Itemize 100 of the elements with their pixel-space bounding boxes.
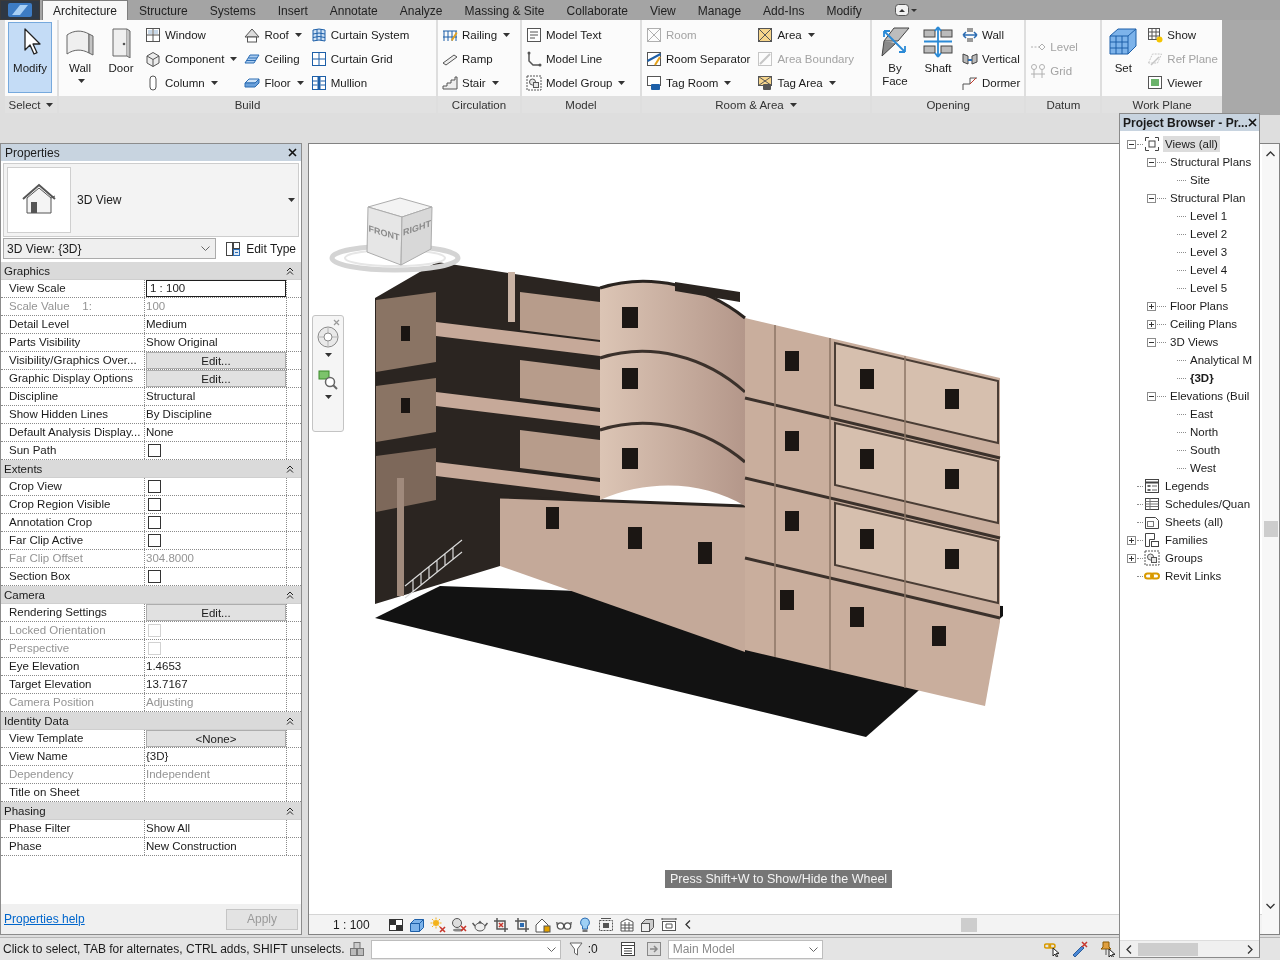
sphere-cross-icon[interactable] (451, 916, 467, 933)
ribbon-button[interactable]: Column (144, 71, 239, 95)
scrollbar-thumb[interactable] (1263, 521, 1278, 537)
tree-item[interactable]: Level 5 (1188, 280, 1230, 296)
tree-item[interactable]: Schedules/Quan (1163, 496, 1253, 512)
ribbon-button[interactable]: Floor (243, 71, 305, 95)
house-lock-icon[interactable] (535, 916, 551, 933)
ribbon-button[interactable]: Tag Room (645, 71, 752, 95)
box-stack-icon[interactable] (640, 916, 656, 933)
checkbox[interactable] (148, 480, 161, 493)
zoom-icon[interactable] (318, 370, 338, 390)
minus-box-icon[interactable] (1127, 139, 1136, 149)
close-icon[interactable] (288, 148, 297, 157)
view-scale-control[interactable]: 1 : 100 (333, 917, 373, 932)
tree-item[interactable]: Structural Plans (1168, 154, 1254, 170)
ribbon-button[interactable]: Door (103, 22, 139, 93)
close-icon[interactable] (1247, 118, 1257, 127)
property-button[interactable]: Edit... (146, 352, 286, 369)
tree-item[interactable]: Level 1 (1188, 208, 1230, 224)
minus-box-icon[interactable] (1147, 157, 1156, 167)
crop-cross-icon[interactable] (493, 916, 509, 933)
property-group-header[interactable]: Identity Data (1, 712, 301, 730)
chevron-down-icon[interactable] (1266, 903, 1275, 909)
tree-item[interactable]: 3D Views (1168, 334, 1221, 350)
ribbon-tab[interactable]: Systems (198, 0, 267, 20)
plus-box-icon[interactable] (1147, 319, 1156, 329)
ribbon-button[interactable]: Curtain Grid (309, 47, 411, 71)
ribbon-button[interactable]: Viewer (1146, 71, 1219, 95)
ribbon-button[interactable]: Set (1105, 22, 1142, 93)
ribbon-tab[interactable]: Annotate (318, 0, 389, 20)
ribbon-button[interactable]: Model Line (525, 47, 627, 71)
property-button[interactable]: <None> (146, 730, 286, 747)
plus-box-icon[interactable] (1127, 553, 1136, 563)
property-group-header[interactable]: Camera (1, 586, 301, 604)
scrollbar-thumb[interactable] (1138, 942, 1198, 956)
checkbox[interactable] (148, 444, 161, 457)
ribbon-button[interactable]: Area (756, 23, 856, 47)
scrollbar-thumb[interactable] (961, 917, 977, 932)
plus-box-icon[interactable] (1127, 535, 1136, 545)
ribbon-tab[interactable]: Architecture (42, 0, 129, 20)
ribbon-button[interactable]: Mullion (309, 71, 411, 95)
ribbon-button[interactable]: Shaft (920, 22, 956, 93)
sun-cross-icon[interactable] (430, 916, 446, 933)
ribbon-button[interactable]: Ceiling (243, 47, 305, 71)
ribbon-button[interactable]: Modify (8, 22, 52, 93)
pencil-cross-icon[interactable] (1072, 941, 1088, 957)
ribbon-tab[interactable]: Insert (266, 0, 319, 20)
chevron-left-icon[interactable] (1126, 944, 1132, 954)
minus-box-icon[interactable] (1147, 193, 1156, 203)
ribbon-tab[interactable]: Manage (686, 0, 753, 20)
ribbon-tab[interactable]: Massing & Site (453, 0, 556, 20)
ribbon-tab[interactable]: Structure (128, 0, 199, 20)
tree-item[interactable]: Families (1163, 532, 1210, 548)
steering-wheel-icon[interactable] (317, 326, 339, 348)
tree-item[interactable]: Views (all) (1163, 136, 1220, 152)
tree-item[interactable]: Ceiling Plans (1168, 316, 1240, 332)
checker-icon[interactable] (388, 916, 404, 933)
minus-box-icon[interactable] (1147, 391, 1156, 401)
tree-item[interactable]: East (1188, 406, 1215, 422)
cube-icon[interactable] (409, 916, 425, 933)
property-button[interactable]: Edit... (146, 370, 286, 387)
application-menu-button[interactable] (0, 0, 40, 20)
ribbon-tab[interactable]: Add-Ins (752, 0, 816, 20)
plus-box-icon[interactable] (1147, 301, 1156, 311)
frame-ruler-icon[interactable] (661, 916, 677, 933)
ribbon-button[interactable]: Ramp (441, 47, 512, 71)
property-group-header[interactable]: Extents (1, 460, 301, 478)
tree-item[interactable]: Level 4 (1188, 262, 1230, 278)
minus-box-icon[interactable] (1147, 337, 1156, 347)
list-window-icon[interactable] (619, 941, 636, 957)
tree-item[interactable]: Structural Plan (1168, 190, 1248, 206)
property-field[interactable]: 1 : 100 (146, 280, 286, 297)
ribbon-button[interactable]: Show (1146, 23, 1219, 47)
ribbon-button[interactable]: Stair (441, 71, 512, 95)
pin-cursor-icon[interactable] (1100, 941, 1116, 957)
ribbon-button[interactable]: Window (144, 23, 239, 47)
ribbon-button[interactable]: Component (144, 47, 239, 71)
dotted-box-icon[interactable] (598, 916, 614, 933)
ribbon-button[interactable]: Wall (62, 22, 98, 93)
tree-item[interactable]: Legends (1163, 478, 1212, 494)
ribbon-tab[interactable]: View (638, 0, 687, 20)
ribbon-button[interactable]: Tag Area (756, 71, 856, 95)
help-link[interactable]: Properties help (4, 912, 85, 926)
ribbon-tab[interactable]: Modify (815, 0, 873, 20)
ribbon-button[interactable]: Model Text (525, 23, 627, 47)
tree-item[interactable]: {3D} (1188, 370, 1216, 386)
tree-item[interactable]: Analytical M (1188, 352, 1254, 368)
tree-item[interactable]: South (1188, 442, 1223, 458)
ribbon-button[interactable]: Roof (243, 23, 305, 47)
instance-dropdown[interactable]: 3D View: {3D} (3, 238, 217, 259)
tree-item[interactable]: North (1188, 424, 1221, 440)
ribbon-button[interactable]: Room Separator (645, 47, 752, 71)
ribbon-button[interactable]: Dormer (961, 71, 1022, 95)
tree-item[interactable]: Level 3 (1188, 244, 1230, 260)
property-button[interactable]: Edit... (146, 604, 286, 621)
ribbon-toggle-icon[interactable] (894, 4, 917, 16)
ribbon-tab[interactable]: Collaborate (555, 0, 639, 20)
filter-icon[interactable] (568, 941, 585, 957)
ribbon-tab[interactable]: Analyze (388, 0, 454, 20)
ribbon-button[interactable]: By Face (875, 22, 915, 93)
